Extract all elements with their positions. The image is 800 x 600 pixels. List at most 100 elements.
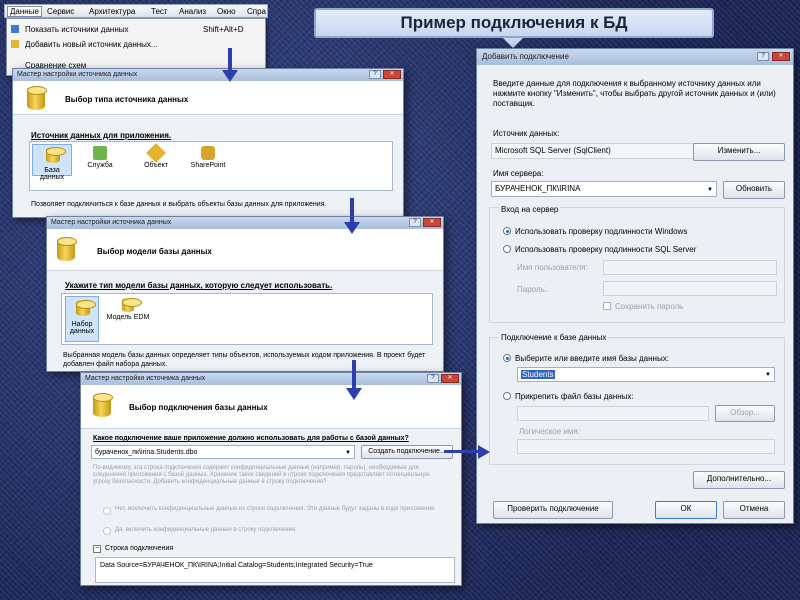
model-edm[interactable]: Модель EDM (106, 296, 150, 321)
menu-help[interactable]: Спра (247, 7, 266, 16)
arrow-4 (444, 450, 480, 453)
include-sensitive-radio[interactable] (103, 527, 111, 535)
connection-string-box[interactable]: Data Source=БУРАЧЕНОК_ПК\IRINA;Initial C… (95, 557, 455, 583)
source-database[interactable]: База данных (32, 144, 72, 181)
window-title: Мастер настройки источника данных (85, 375, 206, 382)
menu-data[interactable]: Данные (7, 6, 42, 17)
logical-name-label: Логическое имя: (519, 427, 580, 436)
menu-window[interactable]: Окно (217, 7, 236, 16)
test-connection-button[interactable]: Проверить подключение (493, 501, 613, 519)
add-connection-dialog: Добавить подключение ? ✕ Введите данные д… (476, 48, 794, 524)
service-icon (93, 146, 107, 160)
wizard-header: Выбор типа источника данных (13, 81, 403, 115)
password-label: Пароль: (517, 285, 547, 294)
page-title: Выбор подключения базы данных (129, 403, 268, 412)
title-bar: Мастер настройки источника данных ? ✕ (47, 217, 443, 229)
arrow-3-head (346, 388, 362, 400)
help-icon[interactable]: ? (409, 218, 421, 227)
chevron-down-icon: ▼ (345, 450, 351, 456)
arrow-1 (228, 48, 232, 72)
advanced-button[interactable]: Дополнительно... (693, 471, 785, 489)
edm-icon (122, 298, 142, 312)
arrow-3 (352, 360, 356, 390)
question-label: Какое подключение ваше приложение должно… (93, 435, 409, 442)
help-icon[interactable]: ? (757, 52, 769, 61)
menu-architecture[interactable]: Архитектура (89, 7, 135, 16)
database-icon (57, 237, 77, 261)
database-group-label: Подключение к базе данных (499, 333, 609, 342)
wizard-window-3: Мастер настройки источника данных ? ✕ Выб… (80, 372, 462, 586)
create-connection-button[interactable]: Создать подключение... (361, 445, 453, 459)
connection-select[interactable]: бураченок_пк\irina.Students.dbo ▼ (91, 445, 355, 459)
auth-windows-radio[interactable] (503, 227, 511, 235)
title-bar: Мастер настройки источника данных ? ✕ (13, 69, 403, 81)
window-title: Мастер настройки источника данных (51, 219, 172, 226)
source-sharepoint[interactable]: SharePoint (186, 144, 230, 169)
database-icon (93, 393, 113, 417)
source-label: Источник данных: (493, 129, 560, 138)
save-password-checkbox[interactable] (603, 302, 611, 310)
help-icon[interactable]: ? (369, 70, 381, 79)
add-source-icon (11, 40, 19, 48)
help-icon[interactable]: ? (427, 374, 439, 383)
page-title: Выбор типа источника данных (65, 95, 189, 104)
description: Выбранная модель базы данных определяет … (63, 352, 426, 368)
password-input[interactable] (603, 281, 777, 296)
auth-windows-label: Использовать проверку подлинности Window… (515, 227, 688, 236)
close-icon[interactable]: ✕ (772, 52, 790, 61)
save-password-label: Сохранить пароль (615, 302, 684, 311)
connection-string: Data Source=БУРАЧЕНОК_ПК\IRINA;Initial C… (100, 562, 373, 569)
wizard-window-1: Мастер настройки источника данных ? ✕ Выб… (12, 68, 404, 218)
source-object[interactable]: Объект (138, 143, 174, 169)
arrow-2-head (344, 222, 360, 234)
arrow-4-head (478, 445, 490, 459)
attach-file-input[interactable] (517, 406, 709, 421)
menu-item-shortcut: Shift+Alt+D (203, 25, 244, 34)
menu-item-add-source[interactable]: Добавить новый источник данных... (25, 40, 158, 49)
menu-analysis[interactable]: Анализ (179, 7, 206, 16)
username-input[interactable] (603, 260, 777, 275)
arrow-2 (350, 198, 354, 224)
login-group-label: Вход на сервер (499, 205, 561, 214)
username-label: Имя пользователя: (517, 263, 588, 272)
auth-sql-radio[interactable] (503, 245, 511, 253)
logical-name-input[interactable] (517, 439, 775, 454)
object-icon (146, 143, 166, 163)
source-service[interactable]: Служба (82, 144, 118, 169)
database-combo[interactable]: Students ▼ (517, 367, 775, 382)
menu-bar: Данные Сервис Архитектура Тест Анализ Ок… (4, 4, 268, 18)
security-warning: По-видимому, эта строка подключения соде… (93, 465, 430, 485)
server-label: Имя сервера: (493, 169, 544, 178)
model-dataset[interactable]: Набор данных (65, 296, 99, 342)
menu-item-show-sources[interactable]: Показать источники данных (25, 25, 129, 34)
sharepoint-icon (201, 146, 215, 160)
attach-file-radio[interactable] (503, 392, 511, 400)
menu-test[interactable]: Тест (151, 7, 168, 16)
menu-service[interactable]: Сервис (47, 7, 74, 16)
wizard-header: Выбор модели базы данных (47, 229, 443, 271)
title-bar: Добавить подключение ? ✕ (477, 49, 793, 65)
change-button[interactable]: Изменить... (693, 143, 785, 161)
exclude-sensitive-radio[interactable] (103, 507, 111, 515)
refresh-button[interactable]: Обновить (723, 181, 785, 199)
intro-text: Введите данные для подключения к выбранн… (493, 79, 776, 108)
browse-button[interactable]: Обзор... (715, 405, 775, 422)
cancel-button[interactable]: Отмена (723, 501, 785, 519)
datasource-icon (11, 25, 19, 33)
slide-title: Пример подключения к БД (314, 8, 714, 38)
source-type-list: База данных Служба Объект SharePoint (29, 141, 393, 191)
model-list: Набор данных Модель EDM (61, 293, 433, 345)
server-combo[interactable]: БУРАЧЕНОК_ПК\IRINA ▼ (491, 181, 717, 197)
callout-pointer (503, 38, 523, 48)
attach-file-label: Прикрепить файл базы данных: (515, 392, 634, 401)
collapse-icon[interactable]: − (93, 545, 101, 553)
select-db-radio[interactable] (503, 354, 511, 362)
auth-sql-label: Использовать проверку подлинности SQL Se… (515, 245, 697, 254)
close-icon[interactable]: ✕ (383, 70, 401, 79)
description: Позволяет подключиться к базе данных и в… (31, 201, 327, 208)
close-icon[interactable]: ✕ (423, 218, 441, 227)
ok-button[interactable]: ОК (655, 501, 717, 519)
select-db-label: Выберите или введите имя базы данных: (515, 354, 669, 363)
prompt-label: Источник данных для приложения. (31, 131, 172, 140)
close-icon[interactable]: ✕ (441, 374, 459, 383)
